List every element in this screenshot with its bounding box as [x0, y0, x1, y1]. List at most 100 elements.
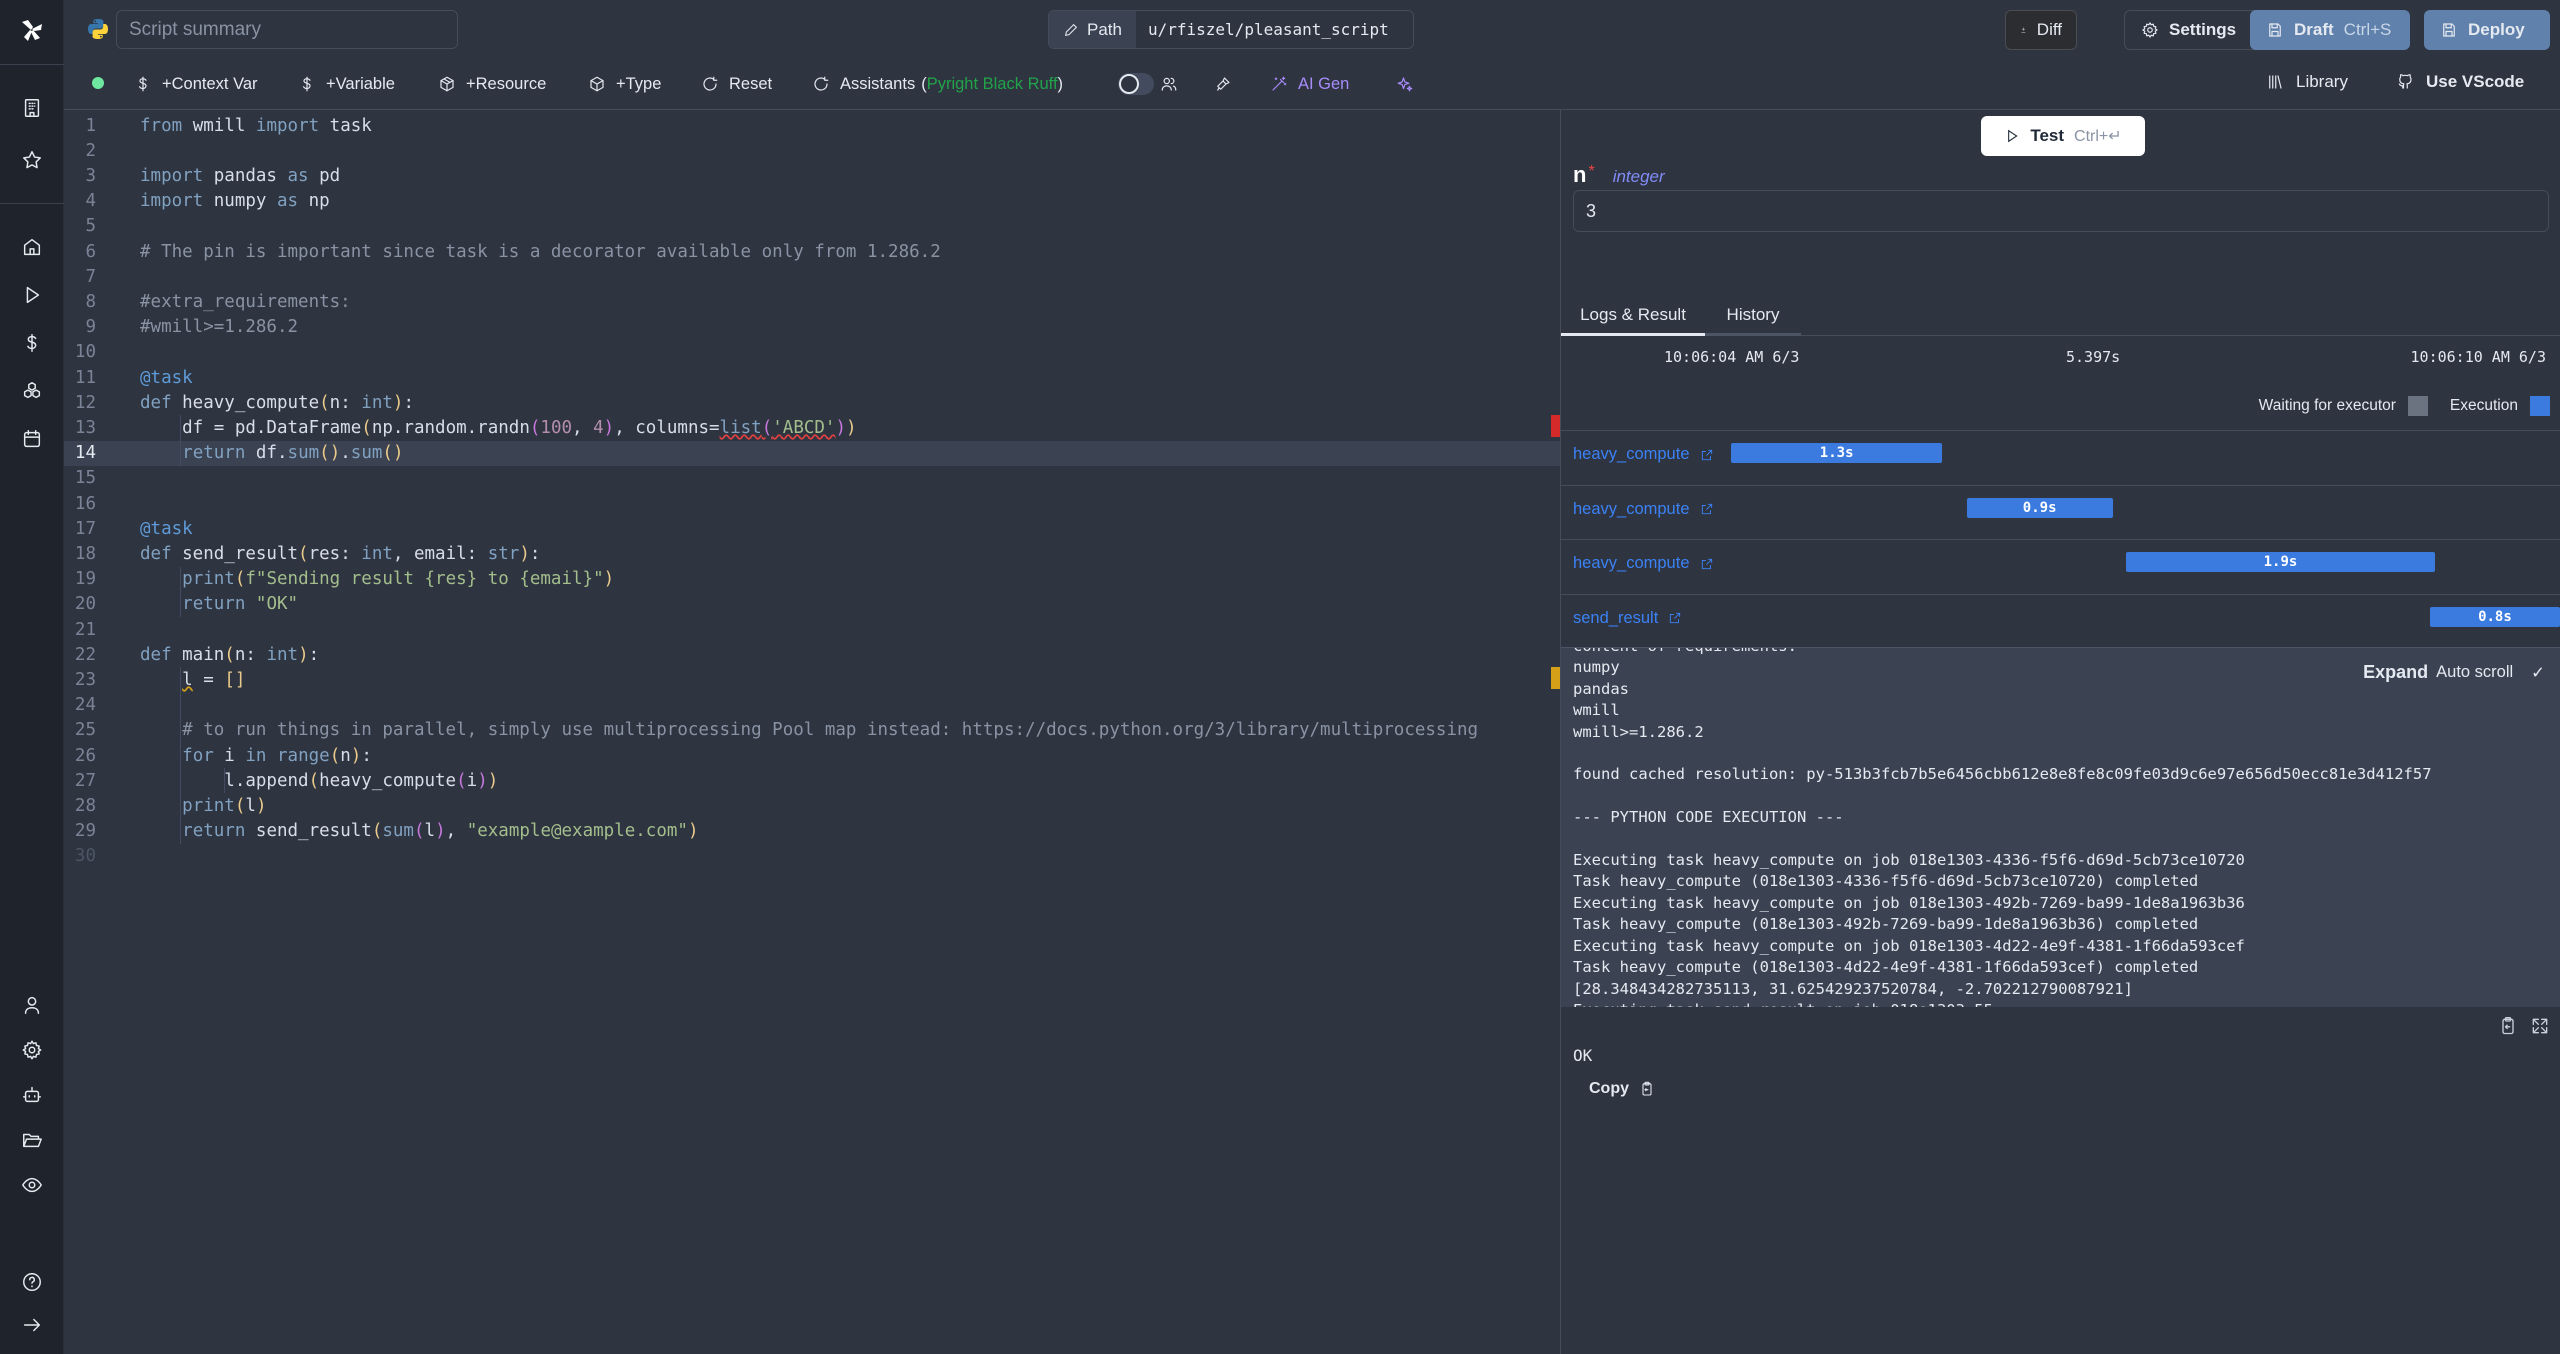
path-field[interactable]: Path u/rfiszel/pleasant_script	[1048, 10, 1414, 49]
timeline-row: send_result 0.8s	[1561, 593, 2560, 649]
add-variable-button[interactable]: +Variable	[298, 72, 395, 96]
job-link[interactable]: heavy_compute	[1573, 554, 1714, 573]
eye-icon[interactable]	[20, 1173, 44, 1197]
code-line[interactable]: 6 # The pin is important since task is a …	[64, 239, 1560, 264]
add-resource-button[interactable]: +Resource	[438, 72, 546, 96]
plus-minus-icon	[2021, 27, 2026, 33]
line-number: 25	[74, 720, 96, 741]
code-line[interactable]: 8 #extra_requirements:	[64, 289, 1560, 314]
gear-icon[interactable]	[20, 1038, 44, 1062]
save-draft-button[interactable]: Draft Ctrl+S	[2250, 10, 2410, 50]
bot-icon[interactable]	[20, 1083, 44, 1107]
code-line[interactable]: 9 #wmill>=1.286.2	[64, 315, 1560, 340]
clipboard-icon[interactable]	[2498, 1016, 2518, 1036]
add-type-button[interactable]: +Type	[588, 72, 661, 96]
error-marker[interactable]	[1551, 415, 1560, 437]
code-line[interactable]: 29 return send_result(sum(l), "example@e…	[64, 819, 1560, 844]
code-line[interactable]: 30	[64, 844, 1560, 869]
code-line[interactable]: 10	[64, 340, 1560, 365]
line-number: 27	[74, 770, 96, 791]
code-line[interactable]: 22 def main(n: int):	[64, 642, 1560, 667]
play-icon[interactable]	[20, 283, 44, 307]
users-icon[interactable]	[1160, 72, 1178, 96]
library-button[interactable]: Library	[2266, 72, 2348, 92]
line-number: 18	[74, 543, 96, 564]
code-line[interactable]: 19 print(f"Sending result {res} to {emai…	[64, 567, 1560, 592]
gear-icon	[2142, 22, 2158, 38]
code-line[interactable]: 7	[64, 264, 1560, 289]
clipboard-icon	[1642, 1081, 1652, 1096]
deploy-button[interactable]: Deploy	[2424, 10, 2550, 50]
add-context-var-button[interactable]: +Context Var	[134, 72, 258, 96]
line-number: 4	[85, 191, 96, 212]
expand-button[interactable]: Expand	[2363, 662, 2428, 683]
code-line[interactable]: 17 @task	[64, 516, 1560, 541]
line-number: 17	[74, 518, 96, 539]
tab-history[interactable]: History	[1705, 296, 1801, 336]
user-icon[interactable]	[20, 993, 44, 1017]
dollar-icon[interactable]	[20, 331, 44, 355]
reset-button[interactable]: Reset	[701, 72, 772, 96]
autoscroll-checkbox[interactable]: ✓	[2531, 663, 2545, 683]
code-text: import numpy as np	[140, 191, 330, 212]
path-label[interactable]: Path	[1049, 11, 1136, 48]
code-line[interactable]: 11 @task	[64, 365, 1560, 390]
code-line[interactable]: 28 print(l)	[64, 793, 1560, 818]
status-dot	[92, 77, 104, 89]
code-line[interactable]: 13 df = pd.DataFrame(np.random.randn(100…	[64, 415, 1560, 440]
code-line[interactable]: 1 from wmill import task	[64, 113, 1560, 138]
code-line[interactable]: 16	[64, 491, 1560, 516]
collab-toggle[interactable]	[1118, 73, 1154, 95]
code-line[interactable]: 4 import numpy as np	[64, 189, 1560, 214]
calendar-icon[interactable]	[20, 427, 44, 451]
cubes-icon[interactable]	[20, 379, 44, 403]
code-text: l = []	[182, 669, 246, 690]
code-text: l.append(heavy_compute(i))	[224, 770, 499, 791]
code-line[interactable]: 26 for i in range(n):	[64, 743, 1560, 768]
arg-type: integer	[1612, 167, 1665, 186]
code-line[interactable]: 18 def send_result(res: int, email: str):	[64, 541, 1560, 566]
folder-icon[interactable]	[20, 1128, 44, 1152]
arg-n-input[interactable]	[1573, 190, 2549, 232]
windmill-logo-icon[interactable]	[16, 14, 48, 46]
warning-marker[interactable]	[1551, 667, 1560, 689]
assistants-button[interactable]: Assistants (Pyright Black Ruff)	[812, 72, 1063, 96]
job-link[interactable]: heavy_compute	[1573, 500, 1714, 519]
sparkles-icon[interactable]	[1396, 72, 1414, 96]
copy-result-button[interactable]: Copy	[1589, 1080, 1655, 1098]
code-line[interactable]: 14 return df.sum().sum()	[64, 440, 1560, 466]
code-line[interactable]: 2	[64, 138, 1560, 163]
script-summary-input[interactable]	[116, 10, 458, 49]
code-line[interactable]: 24	[64, 693, 1560, 718]
code-line[interactable]: 21	[64, 617, 1560, 642]
code-editor[interactable]: 1 from wmill import task 2 3 import pandas a…	[64, 110, 1560, 1354]
use-vscode-button[interactable]: Use VScode	[2396, 72, 2524, 92]
expand-icon[interactable]	[2530, 1016, 2550, 1036]
code-line[interactable]: 20 return "OK"	[64, 592, 1560, 617]
job-link[interactable]: heavy_compute	[1573, 445, 1714, 464]
format-brush-icon[interactable]	[1214, 72, 1232, 96]
code-line[interactable]: 3 import pandas as pd	[64, 163, 1560, 188]
rotate-icon	[703, 76, 718, 91]
home-icon[interactable]	[20, 235, 44, 259]
code-line[interactable]: 5	[64, 214, 1560, 239]
star-icon[interactable]	[20, 148, 44, 172]
test-button[interactable]: Test Ctrl+↵	[1981, 116, 2145, 156]
diff-button[interactable]: Diff	[2005, 10, 2077, 50]
job-link[interactable]: send_result	[1573, 609, 1682, 628]
line-number: 22	[74, 644, 96, 665]
code-line[interactable]: 15	[64, 466, 1560, 491]
ai-gen-button[interactable]: AI Gen	[1270, 72, 1349, 96]
code-line[interactable]: 12 def heavy_compute(n: int):	[64, 390, 1560, 415]
help-icon[interactable]	[20, 1270, 44, 1294]
arrow-right-icon[interactable]	[20, 1313, 44, 1337]
path-value[interactable]: u/rfiszel/pleasant_script	[1135, 11, 1401, 48]
tab-logs-result[interactable]: Logs & Result	[1561, 296, 1705, 336]
code-line[interactable]: 27 l.append(heavy_compute(i))	[64, 768, 1560, 793]
code-text: return df.sum().sum()	[182, 443, 404, 464]
code-line[interactable]: 23 l = []	[64, 667, 1560, 692]
code-line[interactable]: 25 # to run things in parallel, simply u…	[64, 718, 1560, 743]
building-icon[interactable]	[20, 96, 44, 120]
autoscroll-label[interactable]: Auto scroll	[2436, 663, 2513, 682]
logs-panel[interactable]: content of requirements: numpy pandas wm…	[1561, 647, 2560, 1007]
